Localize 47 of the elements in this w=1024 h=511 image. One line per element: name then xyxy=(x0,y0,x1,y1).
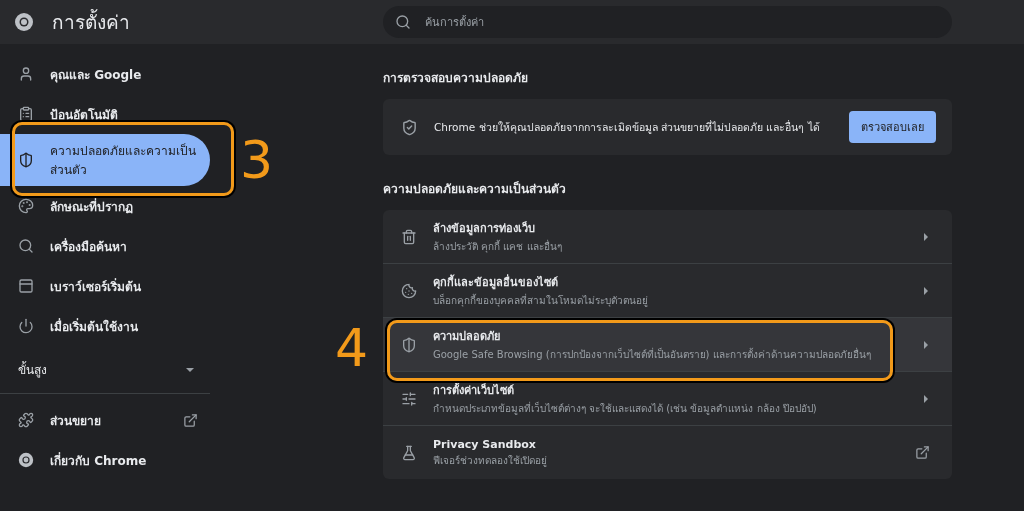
shield-icon xyxy=(401,336,417,353)
flask-icon xyxy=(401,444,417,461)
search-field[interactable]: ค้นการตั้งค่า xyxy=(383,6,952,38)
sidebar-item[interactable]: เครื่องมือค้นหา xyxy=(0,226,210,266)
settings-row[interactable]: ล้างข้อมูลการท่องเว็บ ล้างประวัติ คุกกี้ แคช และอื่นๆ xyxy=(383,210,952,263)
person-icon xyxy=(18,66,34,82)
caret-right-icon xyxy=(922,286,930,295)
clipboard-icon xyxy=(18,106,34,122)
section-heading: ความปลอดภัยและความเป็นส่วนตัว xyxy=(383,180,567,198)
safety-check-text: Chrome ช่วยให้คุณปลอดภัยจากการละเมิดข้อมูล ส่วนขยายที่ไม่ปลอดภัย และอื่นๆ ได้ xyxy=(434,119,820,136)
power-icon xyxy=(18,318,34,334)
settings-row[interactable]: Privacy Sandbox ฟีเจอร์ช่วงทดลองใช้เปิดอยู่ xyxy=(383,425,952,479)
external-link-icon xyxy=(183,412,198,428)
chrome-logo-icon xyxy=(14,12,34,32)
sidebar-item[interactable]: เบราว์เซอร์เริ่มต้น xyxy=(0,266,210,306)
section-heading: การตรวจสอบความปลอดภัย xyxy=(383,70,529,87)
sidebar-item[interactable]: เมื่อเริ่มต้นใช้งาน xyxy=(0,306,210,346)
palette-icon xyxy=(18,198,34,214)
caret-right-icon xyxy=(922,340,930,349)
check-now-button[interactable]: ตรวจสอบเลย xyxy=(849,111,936,143)
sidebar-item[interactable]: ส่วนขยาย xyxy=(0,400,210,440)
browser-window-icon xyxy=(18,278,34,294)
settings-row[interactable]: ความปลอดภัย Google Safe Browsing (การปกป้องจากเว็บไซต์ที่เป็นอันตราย) และการตั้งค่าด้านความปลอดภัยอื่นๆ xyxy=(383,317,952,371)
shield-check-icon xyxy=(401,118,418,136)
chrome-logo-icon xyxy=(18,452,34,468)
sidebar-item[interactable]: ความปลอดภัยและความเป็นส่วนตัว xyxy=(0,134,210,186)
advanced-section[interactable]: ขั้นสูง xyxy=(0,346,210,394)
page-title: การตั้งค่า xyxy=(52,8,130,35)
cookie-icon xyxy=(401,282,417,299)
caret-down-icon xyxy=(186,365,194,374)
settings-row[interactable]: การตั้งค่าเว็บไซต์ กำหนดประเภทข้อมูลที่เว็บไซต์ต่างๆ จะใช้และแสดงได้ (เช่น ข้อมูลตำแหน่ง กล้อง ป๊อปอัป) xyxy=(383,371,952,425)
sidebar-item[interactable]: ลักษณะที่ปรากฏ xyxy=(0,186,210,226)
step-number: 4 xyxy=(335,322,369,374)
shield-icon xyxy=(18,152,34,168)
sidebar-item[interactable]: คุณและ Google xyxy=(0,54,210,94)
puzzle-icon xyxy=(18,412,34,428)
sliders-icon xyxy=(401,390,417,407)
search-input[interactable]: ค้นการตั้งค่า xyxy=(423,14,952,30)
caret-right-icon xyxy=(922,232,930,241)
search-icon xyxy=(18,238,34,254)
sidebar-item[interactable]: เกี่ยวกับ Chrome xyxy=(0,440,210,480)
sidebar-item[interactable]: ป้อนอัตโนมัติ xyxy=(0,94,210,134)
trash-icon xyxy=(401,228,417,245)
search-icon xyxy=(395,14,411,30)
external-link-icon xyxy=(915,445,930,460)
caret-right-icon xyxy=(922,394,930,403)
step-number: 3 xyxy=(240,134,274,186)
